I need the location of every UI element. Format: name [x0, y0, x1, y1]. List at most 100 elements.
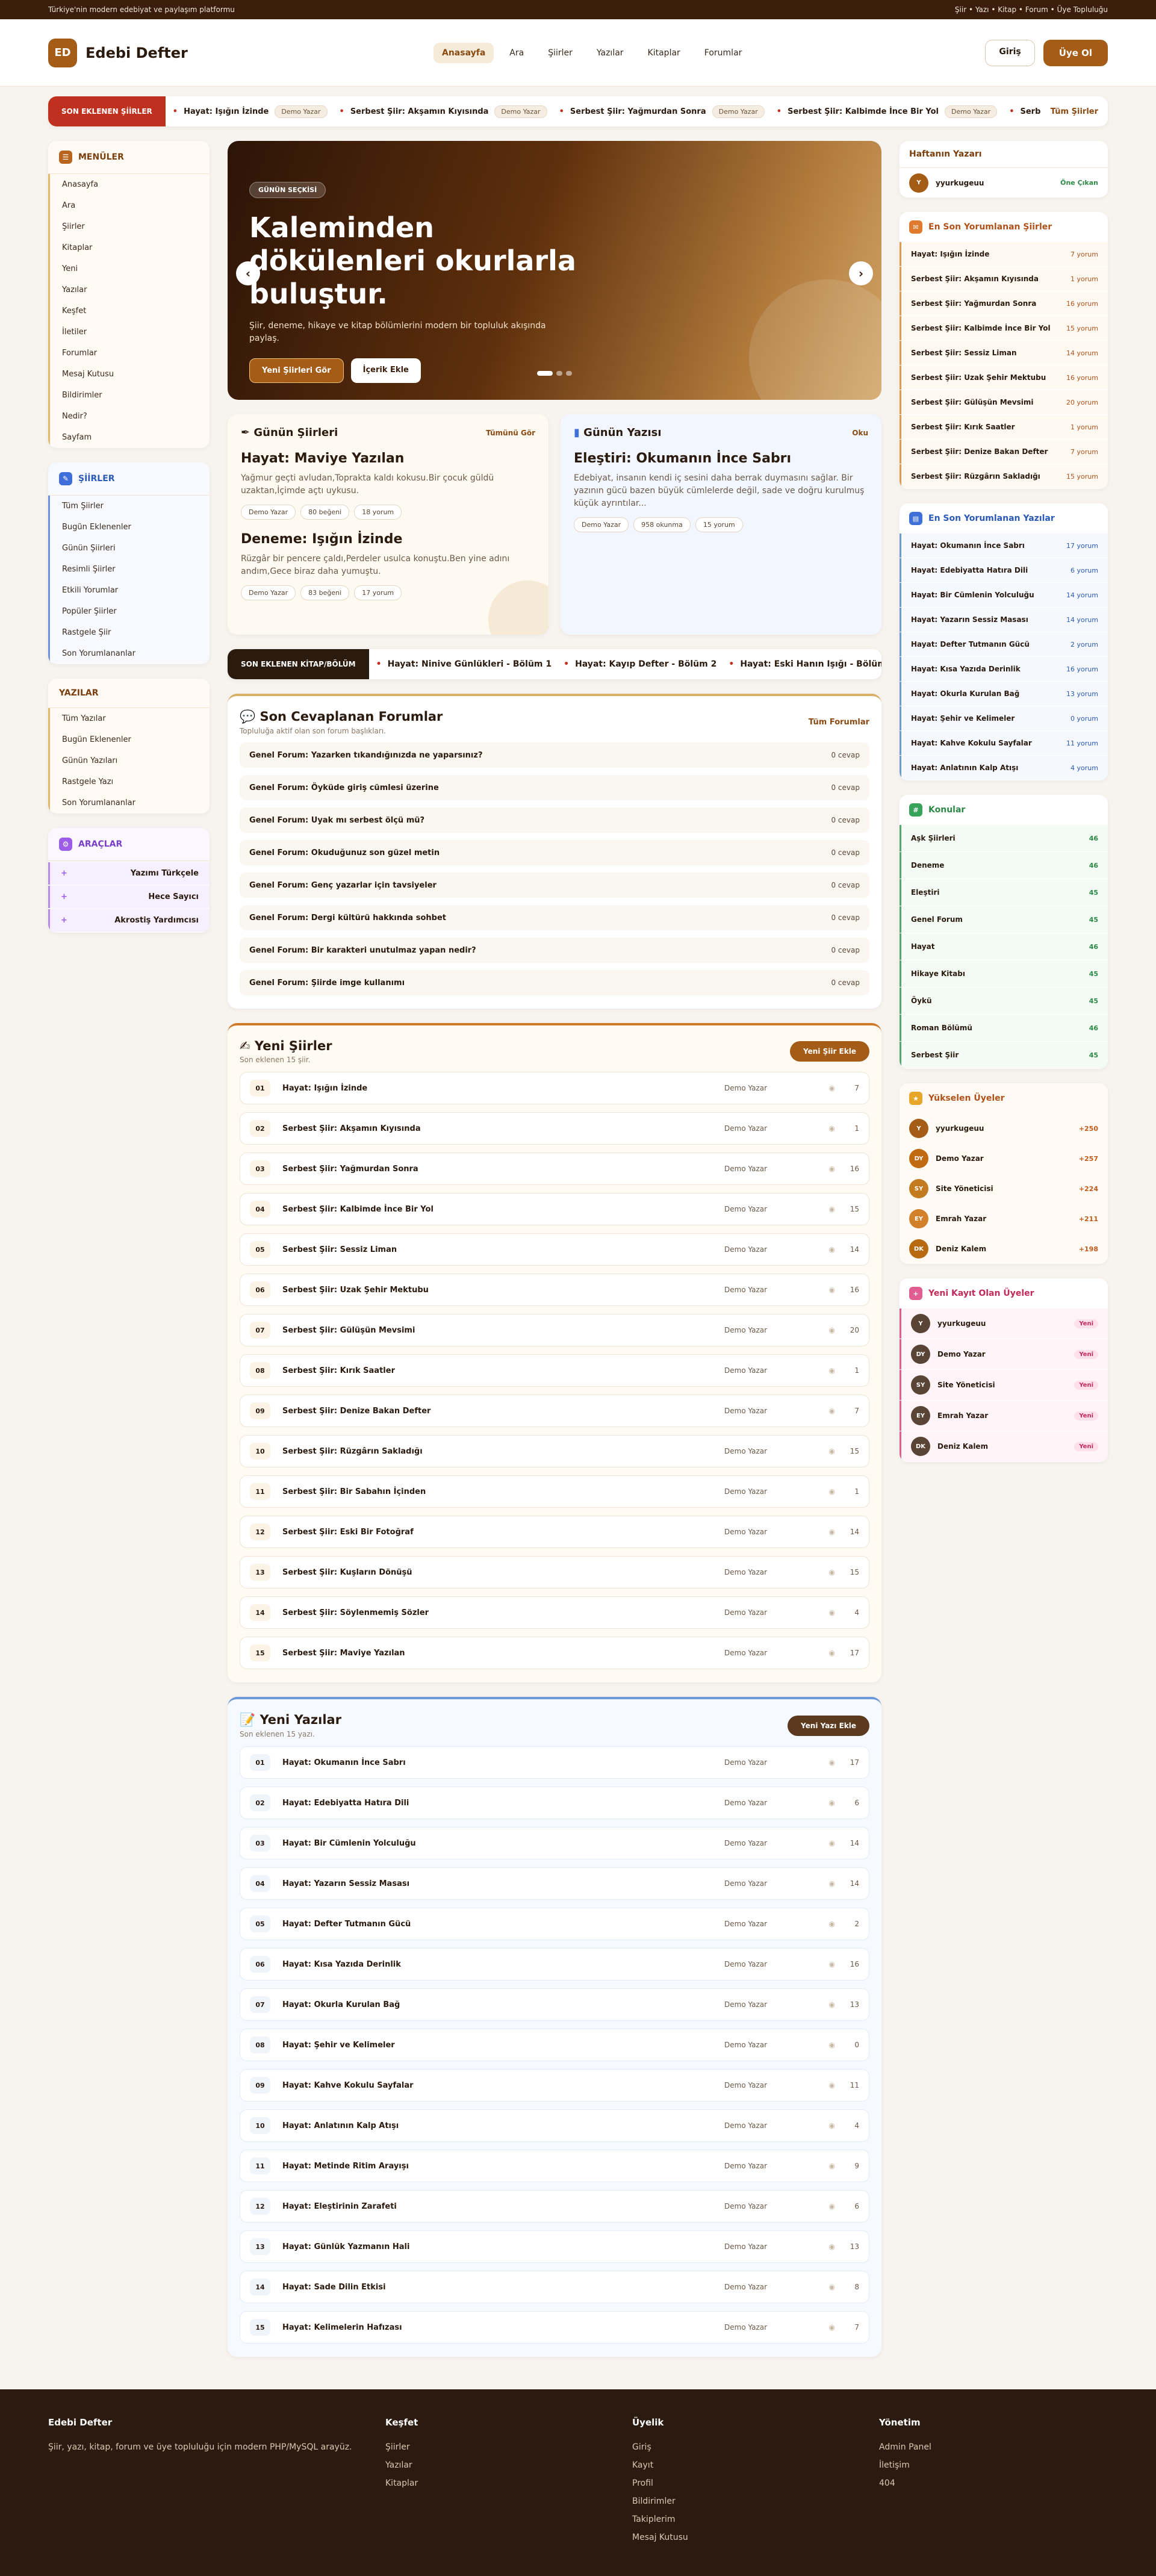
- member-name[interactable]: Deniz Kalem: [936, 1245, 1072, 1253]
- forum-title[interactable]: Genel Forum: Uyak mı serbest ölçü mü?: [249, 816, 424, 825]
- next-arrow-icon[interactable]: ›: [849, 261, 873, 285]
- see-all-link[interactable]: Tümünü Gör: [486, 429, 535, 437]
- list-item[interactable]: 01 Hayat: Okumanın İnce Sabrı Demo Yazar ◉ 1…: [240, 1746, 869, 1779]
- item-title[interactable]: Hayat: Okumanın İnce Sabrı: [282, 1758, 724, 1767]
- footer-link[interactable]: Giriş: [632, 2442, 879, 2452]
- sidebar-row[interactable]: Serbest Şiir: Denize Bakan Defter 7 yorum: [900, 440, 1108, 464]
- add-poem-button[interactable]: Yeni Şiir Ekle: [790, 1041, 869, 1062]
- item-title[interactable]: Hayat: Edebiyatta Hatıra Dili: [282, 1799, 724, 1808]
- row-title[interactable]: Serbest Şiir: Kalbimde İnce Bir Yol: [911, 324, 1051, 332]
- item-title[interactable]: Hayat: Kelimelerin Hafızası: [282, 2323, 724, 2332]
- sidebar-row[interactable]: Serbest Şiir: Akşamın Kıyısında 1 yorum: [900, 267, 1108, 291]
- ticker-item-title[interactable]: Hayat: Işığın İzinde: [184, 107, 269, 116]
- sidebar-item[interactable]: Bugün Eklenenler: [48, 517, 210, 538]
- item-title[interactable]: Serbest Şiir: Gülüşün Mevsimi: [282, 1326, 724, 1335]
- tool-item[interactable]: + Yazımı Türkçele: [48, 862, 210, 885]
- item-title[interactable]: Serbest Şiir: Rüzgârın Sakladığı: [282, 1447, 724, 1456]
- sidebar-row[interactable]: Hayat: Anlatının Kalp Atışı 4 yorum: [900, 756, 1108, 780]
- item-title[interactable]: Hayat: Işığın İzinde: [282, 1084, 724, 1093]
- slider-dot[interactable]: [566, 371, 572, 376]
- member-row[interactable]: DY Demo Yazar Yeni: [900, 1339, 1108, 1369]
- sidebar-row[interactable]: Hayat: Okumanın İnce Sabrı 17 yorum: [900, 534, 1108, 558]
- row-title[interactable]: Hayat: Okumanın İnce Sabrı: [911, 541, 1025, 550]
- row-title[interactable]: Hikaye Kitabı: [911, 969, 965, 978]
- sidebar-item[interactable]: Günün Yazıları: [48, 750, 210, 771]
- row-title[interactable]: Hayat: Şehir ve Kelimeler: [911, 714, 1015, 723]
- row-title[interactable]: Serbest Şiir: [911, 1051, 959, 1059]
- ticker-item-title[interactable]: Serbest Şiir: Akşamın Kıyısında: [350, 107, 489, 116]
- forum-title[interactable]: Genel Forum: Yazarken tıkandığınızda ne …: [249, 751, 483, 760]
- member-name[interactable]: Emrah Yazar: [936, 1215, 1072, 1223]
- member-row[interactable]: EY Emrah Yazar Yeni: [900, 1401, 1108, 1431]
- item-title[interactable]: Serbest Şiir: Denize Bakan Defter: [282, 1407, 724, 1416]
- sidebar-item[interactable]: Rastgele Yazı: [48, 771, 210, 792]
- list-item[interactable]: 11 Hayat: Metinde Ritim Arayışı Demo Yazar…: [240, 2150, 869, 2182]
- sidebar-item[interactable]: Nedir?: [48, 406, 210, 427]
- row-title[interactable]: Roman Bölümü: [911, 1024, 972, 1032]
- sidebar-item[interactable]: Resimli Şiirler: [48, 559, 210, 580]
- list-item[interactable]: 02 Hayat: Edebiyatta Hatıra Dili Demo Yaza…: [240, 1787, 869, 1819]
- list-item[interactable]: 08 Serbest Şiir: Kırık Saatler Demo Yazar ◉…: [240, 1354, 869, 1387]
- nav-kitaplar[interactable]: Kitaplar: [639, 43, 689, 63]
- ticker-item[interactable]: • Serbest Şiir: Akşamın Kıyısında Demo Yaz…: [340, 105, 547, 118]
- ticker-item-title[interactable]: Hayat: Eski Hanın Işığı - Bölüm 3: [740, 659, 881, 669]
- item-author[interactable]: Demo Yazar: [724, 1447, 821, 1455]
- member-name[interactable]: yyurkugeuu: [937, 1319, 1067, 1328]
- poem-title[interactable]: Hayat: Maviye Yazılan: [241, 451, 535, 466]
- item-author[interactable]: Demo Yazar: [724, 1568, 821, 1576]
- item-title[interactable]: Serbest Şiir: Yağmurdan Sonra: [282, 1165, 724, 1174]
- item-author[interactable]: Demo Yazar: [724, 1487, 821, 1496]
- footer-link[interactable]: Mesaj Kutusu: [632, 2533, 879, 2542]
- ticker-item[interactable]: • Serbest Şiir: Yağmurdan Sonra Demo Yazar: [559, 105, 765, 118]
- nav-yazilar[interactable]: Yazılar: [588, 43, 632, 63]
- row-title[interactable]: Hayat: Işığın İzinde: [911, 250, 989, 258]
- member-row[interactable]: DK Deniz Kalem +198: [900, 1234, 1108, 1264]
- sidebar-item[interactable]: Mesaj Kutusu: [48, 364, 210, 385]
- list-item[interactable]: 09 Hayat: Kahve Kokulu Sayfalar Demo Yazar…: [240, 2069, 869, 2102]
- list-item[interactable]: 07 Hayat: Okurla Kurulan Bağ Demo Yazar ◉ 13: [240, 1988, 869, 2021]
- item-title[interactable]: Hayat: Okurla Kurulan Bağ: [282, 2000, 724, 2009]
- forum-row[interactable]: Genel Forum: Şiirde imge kullanımı 0 ceva…: [240, 970, 869, 995]
- footer-link[interactable]: Şiirler: [385, 2442, 632, 2452]
- sidebar-row[interactable]: Hayat: Edebiyatta Hatıra Dili 6 yorum: [900, 558, 1108, 582]
- sidebar-row[interactable]: Deneme 46: [900, 852, 1108, 879]
- sidebar-row[interactable]: Serbest Şiir: Yağmurdan Sonra 16 yorum: [900, 291, 1108, 316]
- nav-ara[interactable]: Ara: [501, 43, 532, 63]
- list-item[interactable]: 10 Serbest Şiir: Rüzgârın Sakladığı Demo Y…: [240, 1435, 869, 1467]
- ticker-item[interactable]: • Hayat: Ninive Günlükleri - Bölüm 1: [376, 659, 552, 669]
- all-forums-link[interactable]: Tüm Forumlar: [809, 718, 869, 727]
- footer-link[interactable]: Kitaplar: [385, 2478, 632, 2488]
- sidebar-row[interactable]: Serbest Şiir: Rüzgârın Sakladığı 15 yorum: [900, 464, 1108, 488]
- item-title[interactable]: Serbest Şiir: Kalbimde İnce Bir Yol: [282, 1205, 724, 1214]
- forum-title[interactable]: Genel Forum: Genç yazarlar için tavsiyel…: [249, 881, 437, 890]
- row-title[interactable]: Deneme: [911, 861, 944, 870]
- forum-row[interactable]: Genel Forum: Uyak mı serbest ölçü mü? 0 c…: [240, 807, 869, 833]
- nav-forumlar[interactable]: Forumlar: [696, 43, 751, 63]
- footer-link[interactable]: 404: [879, 2478, 1060, 2488]
- sidebar-row[interactable]: Hayat: Işığın İzinde 7 yorum: [900, 242, 1108, 266]
- footer-link[interactable]: Profil: [632, 2478, 879, 2488]
- row-title[interactable]: Eleştiri: [911, 888, 939, 897]
- sidebar-item[interactable]: Son Yorumlananlar: [48, 792, 210, 814]
- item-title[interactable]: Hayat: Günlük Yazmanın Hali: [282, 2242, 724, 2251]
- sidebar-row[interactable]: Serbest Şiir: Kalbimde İnce Bir Yol 15 yo…: [900, 316, 1108, 340]
- logo[interactable]: ED Edebi Defter: [48, 38, 434, 67]
- item-title[interactable]: Hayat: Defter Tutmanın Gücü: [282, 1920, 724, 1929]
- forum-title[interactable]: Genel Forum: Bir karakteri unutulmaz yap…: [249, 946, 476, 955]
- item-title[interactable]: Hayat: Eleştirinin Zarafeti: [282, 2202, 724, 2211]
- nav-siirler[interactable]: Şiirler: [539, 43, 581, 63]
- list-item[interactable]: 12 Hayat: Eleştirinin Zarafeti Demo Yazar ◉…: [240, 2190, 869, 2223]
- item-title[interactable]: Hayat: Kısa Yazıda Derinlik: [282, 1960, 724, 1969]
- item-author[interactable]: Demo Yazar: [724, 1165, 821, 1173]
- sidebar-item[interactable]: İletiler: [48, 322, 210, 343]
- sidebar-row[interactable]: Aşk Şiirleri 46: [900, 825, 1108, 851]
- slider-dot[interactable]: [556, 371, 562, 376]
- slider-dot[interactable]: [537, 371, 553, 376]
- sidebar-item[interactable]: Son Yorumlananlar: [48, 643, 210, 664]
- list-item[interactable]: 07 Serbest Şiir: Gülüşün Mevsimi Demo Yaza…: [240, 1314, 869, 1346]
- forum-row[interactable]: Genel Forum: Dergi kültürü hakkında sohb…: [240, 905, 869, 930]
- sidebar-item[interactable]: Popüler Şiirler: [48, 601, 210, 622]
- member-name[interactable]: Deniz Kalem: [937, 1442, 1067, 1451]
- ticker-item[interactable]: • Serbest Şiir: Kalbimde İnce Bir Yol Demo…: [777, 105, 998, 118]
- member-row[interactable]: SY Site Yöneticisi Yeni: [900, 1370, 1108, 1400]
